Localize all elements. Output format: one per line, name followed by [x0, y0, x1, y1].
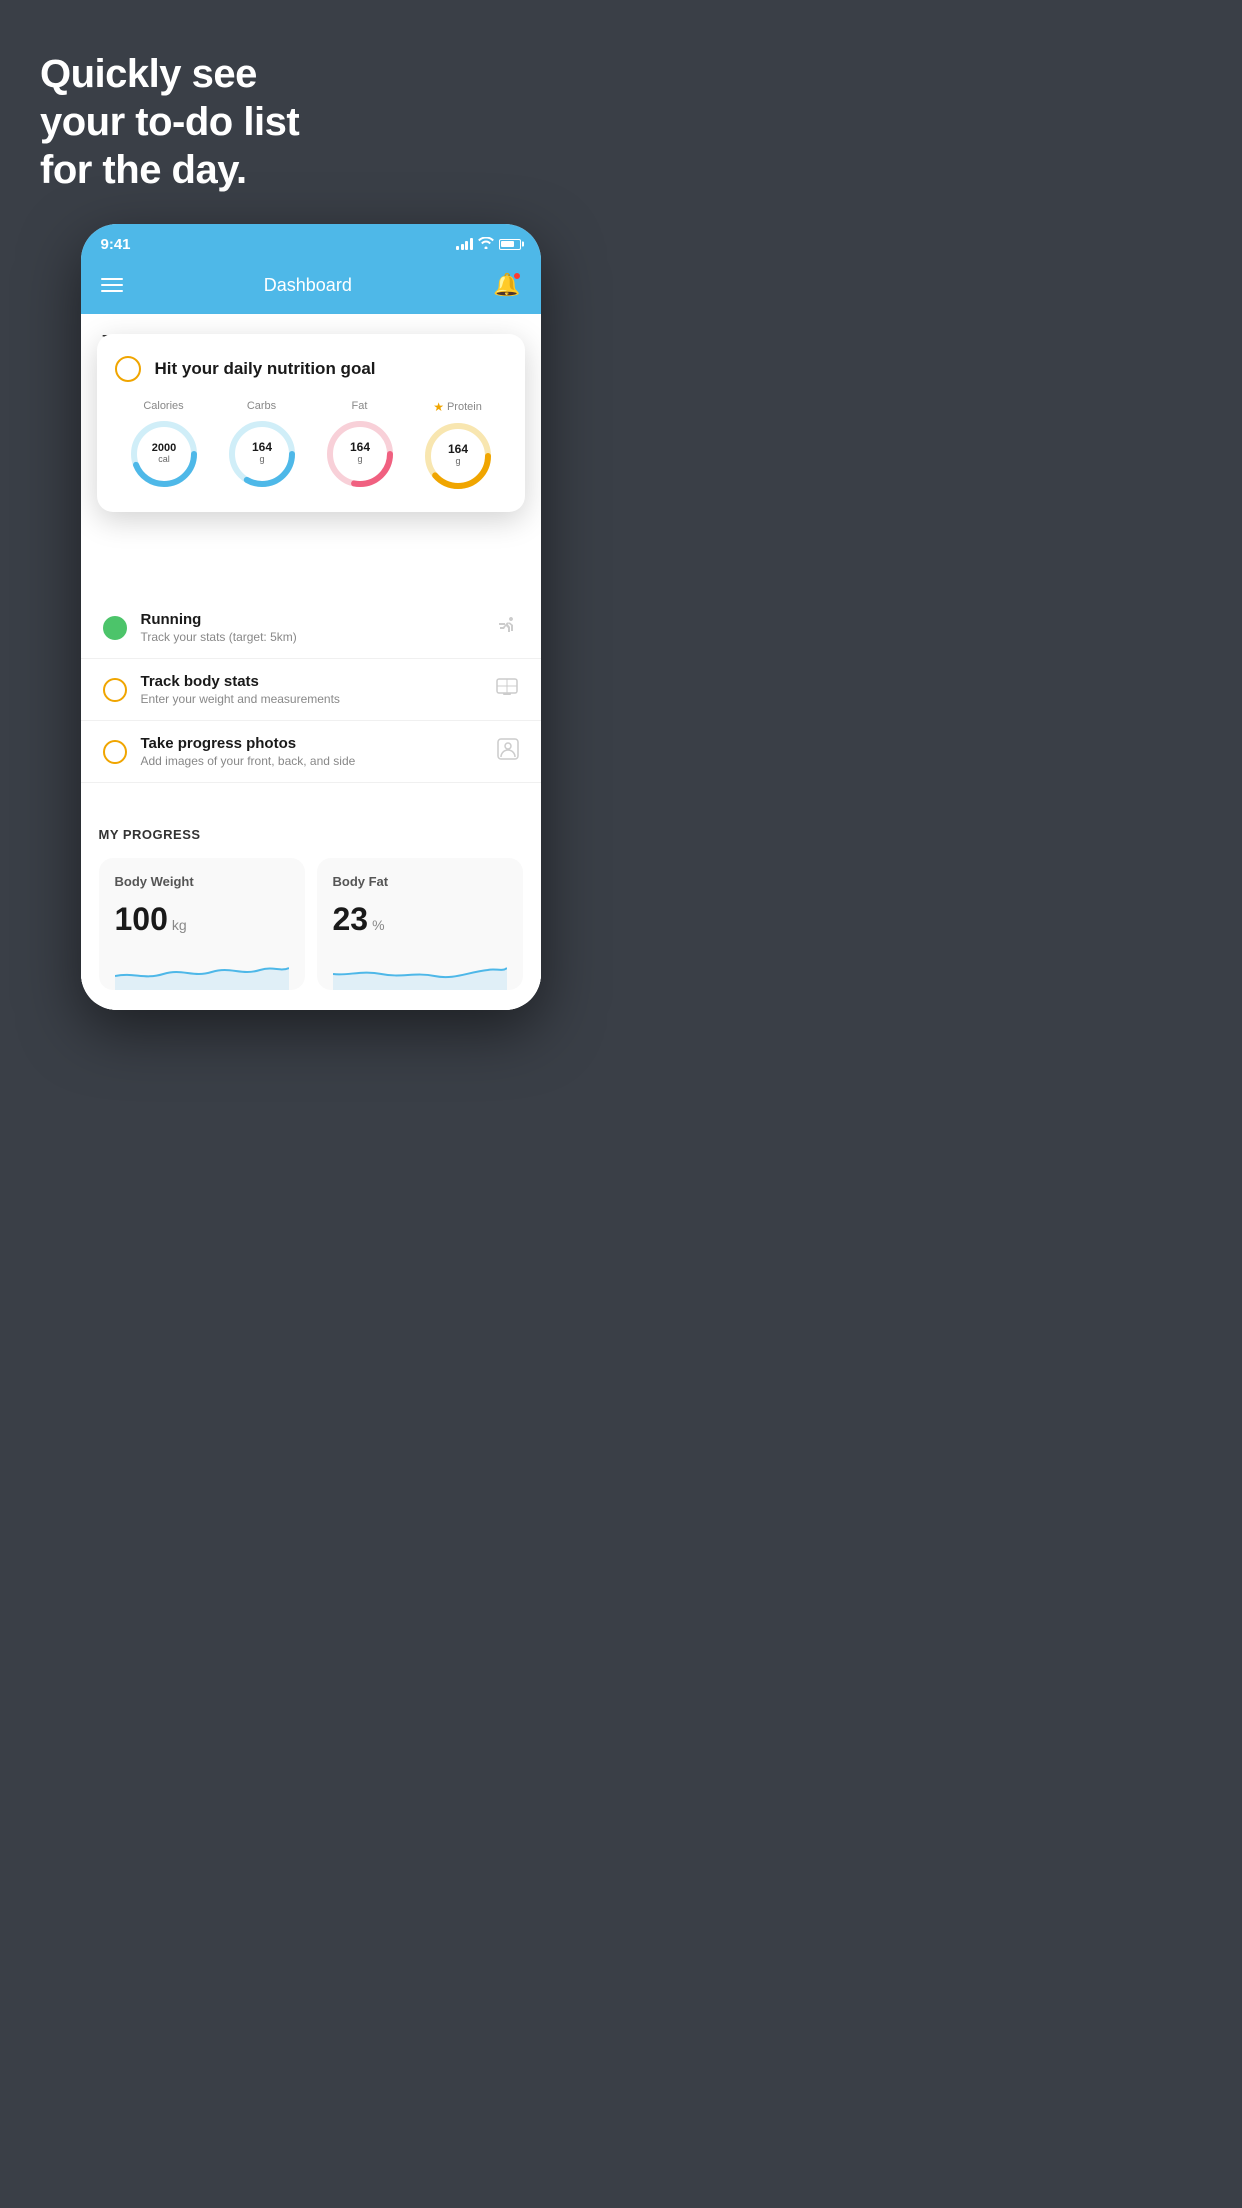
protein-ring-item: ★ Protein 164 g	[422, 400, 494, 492]
body-weight-title: Body Weight	[115, 874, 289, 889]
wifi-icon	[478, 237, 494, 252]
body-weight-value: 100	[115, 901, 168, 938]
carbs-ring-item: Carbs 164 g	[226, 400, 298, 490]
svg-text:g: g	[455, 456, 460, 466]
todo-radio-nutrition[interactable]	[115, 356, 141, 382]
phone-mockup: 9:41	[0, 224, 621, 1050]
todo-name-running: Running	[141, 611, 481, 628]
progress-heading: MY PROGRESS	[99, 827, 523, 842]
todo-text-photos: Take progress photos Add images of your …	[141, 735, 483, 768]
status-time: 9:41	[101, 236, 131, 253]
todo-sub-body-stats: Enter your weight and measurements	[141, 692, 481, 706]
battery-icon	[499, 239, 521, 250]
body-fat-unit: %	[372, 917, 384, 933]
signal-icon	[456, 238, 473, 250]
todo-text-body-stats: Track body stats Enter your weight and m…	[141, 673, 481, 706]
todo-name-photos: Take progress photos	[141, 735, 483, 752]
svg-text:164: 164	[349, 440, 369, 454]
fat-ring-item: Fat 164 g	[324, 400, 396, 490]
status-bar: 9:41	[81, 224, 541, 260]
todo-item-body-stats[interactable]: Track body stats Enter your weight and m…	[81, 659, 541, 721]
progress-cards: Body Weight 100 kg B	[99, 858, 523, 990]
carbs-label: Carbs	[247, 400, 276, 412]
body-fat-sparkline	[333, 954, 507, 990]
body-weight-value-row: 100 kg	[115, 901, 289, 938]
card-header: Hit your daily nutrition goal	[115, 356, 507, 382]
star-icon: ★	[433, 400, 444, 414]
menu-button[interactable]	[101, 278, 123, 292]
header-title: Dashboard	[264, 275, 352, 296]
svg-text:164: 164	[447, 442, 467, 456]
calories-ring: 2000 cal	[128, 418, 200, 490]
hero-title: Quickly see your to-do list for the day.	[40, 50, 581, 194]
body-fat-value-row: 23 %	[333, 901, 507, 938]
body-fat-title: Body Fat	[333, 874, 507, 889]
person-icon	[497, 738, 519, 766]
body-fat-value: 23	[333, 901, 369, 938]
scale-icon	[495, 676, 519, 704]
todo-text-running: Running Track your stats (target: 5km)	[141, 611, 481, 644]
body-weight-card: Body Weight 100 kg	[99, 858, 305, 990]
protein-label: ★ Protein	[433, 400, 482, 414]
svg-text:g: g	[259, 454, 264, 464]
nutrition-card-title: Hit your daily nutrition goal	[155, 359, 376, 379]
body-weight-sparkline	[115, 954, 289, 990]
svg-text:2000: 2000	[151, 442, 175, 454]
todo-check-body-stats	[103, 678, 127, 702]
todo-check-photos	[103, 740, 127, 764]
progress-section: MY PROGRESS Body Weight 100 kg	[81, 803, 541, 1010]
calories-label: Calories	[143, 400, 183, 412]
phone-frame: 9:41	[81, 224, 541, 1010]
fat-label: Fat	[352, 400, 368, 412]
status-icons	[456, 237, 521, 252]
todo-item-running[interactable]: Running Track your stats (target: 5km)	[81, 597, 541, 659]
main-content: THINGS TO DO TODAY Hit your daily nutrit…	[81, 314, 541, 1010]
nutrition-card: Hit your daily nutrition goal Calories 2…	[97, 334, 525, 512]
fat-ring: 164 g	[324, 418, 396, 490]
protein-ring: 164 g	[422, 420, 494, 492]
body-fat-card: Body Fat 23 %	[317, 858, 523, 990]
svg-text:164: 164	[251, 440, 271, 454]
nutrition-rings-row: Calories 2000 cal Carbs	[115, 400, 507, 492]
todo-sub-photos: Add images of your front, back, and side	[141, 754, 483, 768]
svg-text:g: g	[357, 454, 362, 464]
todo-name-body-stats: Track body stats	[141, 673, 481, 690]
hero-section: Quickly see your to-do list for the day.	[0, 0, 621, 224]
todo-item-photos[interactable]: Take progress photos Add images of your …	[81, 721, 541, 783]
carbs-ring: 164 g	[226, 418, 298, 490]
running-icon	[495, 615, 519, 641]
body-weight-unit: kg	[172, 917, 187, 933]
svg-text:cal: cal	[158, 454, 170, 464]
todo-sub-running: Track your stats (target: 5km)	[141, 630, 481, 644]
todo-check-running	[103, 616, 127, 640]
calories-ring-item: Calories 2000 cal	[128, 400, 200, 490]
notification-badge	[513, 272, 521, 280]
app-header: Dashboard 🔔	[81, 260, 541, 314]
notification-button[interactable]: 🔔	[493, 272, 520, 298]
